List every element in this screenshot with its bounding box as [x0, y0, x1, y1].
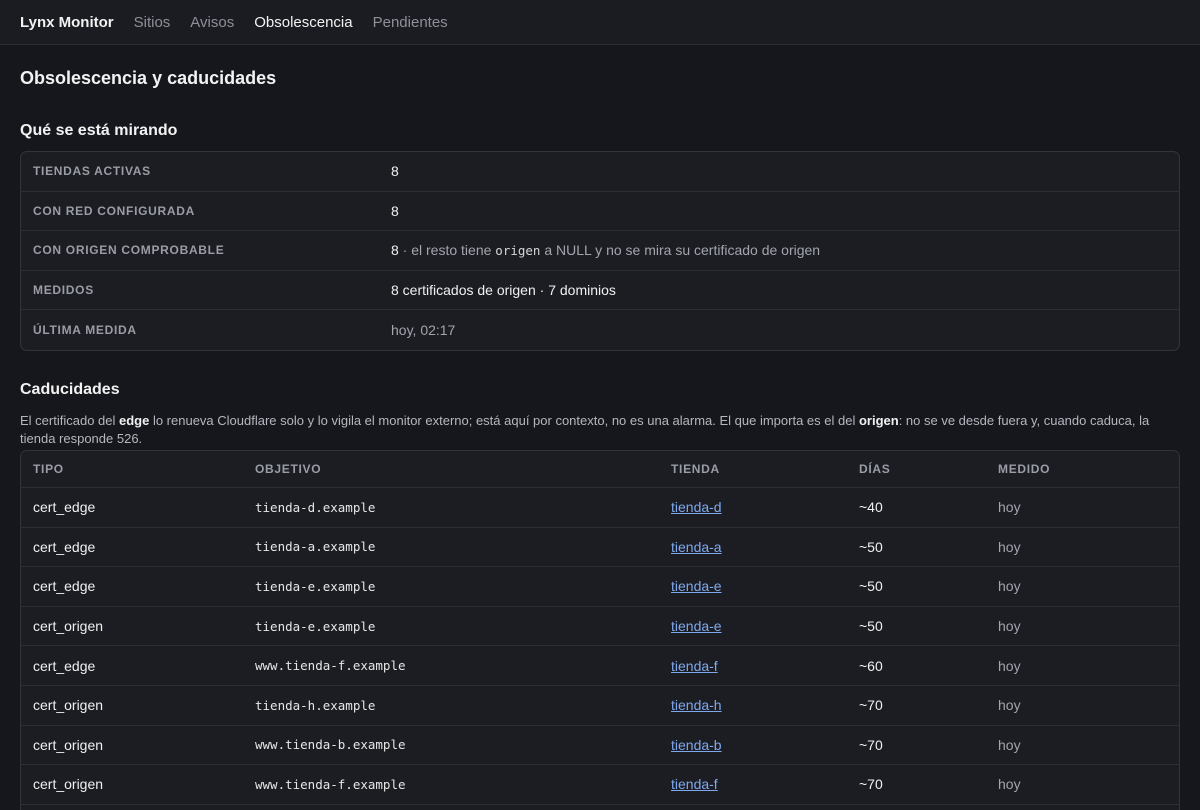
table-row: cert_origen www.tienda-b.example tienda-b ~… — [21, 726, 1179, 766]
cell-dias: ~40 — [859, 499, 883, 516]
cell-tipo: cert_origen — [33, 618, 104, 635]
cell-dias: ~70 — [859, 736, 883, 753]
top-nav: Lynx Monitor Sitios Avisos Obsolescencia… — [0, 0, 1200, 45]
table-row: cert_origen tienda-e.example tienda-e ~50 ho… — [21, 607, 1179, 647]
cell-medido: hoy — [998, 499, 1021, 516]
store-link[interactable]: tienda-d — [671, 499, 722, 515]
note-bold-edge: edge — [119, 413, 150, 428]
nav-link-sitios[interactable]: Sitios — [134, 14, 171, 31]
cell-tipo: cert_edge — [33, 499, 96, 516]
cell-objetivo: tienda-d.example — [255, 499, 376, 515]
table-header: TIPO OBJETIVO TIENDA DÍAS MEDIDO — [21, 451, 1179, 488]
summary-note-post: a NULL y no se mira su certificado de or… — [540, 242, 821, 259]
note-text: El certificado del — [20, 413, 119, 428]
summary-value: hoy, 02:17 — [391, 322, 456, 339]
store-link[interactable]: tienda-e — [671, 618, 722, 634]
cell-dias: ~70 — [859, 776, 883, 793]
expiries-title: Caducidades — [20, 381, 120, 398]
store-link[interactable]: tienda-f — [671, 776, 718, 792]
cell-tienda: tienda-f — [671, 776, 859, 792]
summary-note-code: origen — [495, 243, 541, 259]
cell-tipo: cert_origen — [33, 736, 104, 753]
cell-tienda: tienda-e — [671, 618, 859, 634]
cell-objetivo: tienda-h.example — [255, 697, 376, 713]
summary-title: Qué se está mirando — [20, 122, 178, 139]
cell-tienda: tienda-b — [671, 737, 859, 753]
column-header-medido: MEDIDO — [998, 462, 1051, 476]
summary-value: 8 certificados de origen · 7 dominios — [391, 282, 616, 299]
cell-medido: hoy — [998, 776, 1021, 793]
cell-tipo: cert_origen — [33, 776, 104, 793]
cell-tipo: cert_origen — [33, 697, 104, 714]
column-header-tienda: TIENDA — [671, 462, 720, 476]
summary-label: MEDIDOS — [33, 283, 94, 298]
page-title: Obsolescencia y caducidades — [20, 68, 277, 88]
nav-link-pendientes[interactable]: Pendientes — [373, 14, 448, 31]
cell-tipo: cert_edge — [33, 578, 96, 595]
cell-objetivo: www.tienda-f.example — [255, 658, 406, 674]
summary-row-origin: CON ORIGEN COMPROBABLE 8 · el resto tien… — [21, 231, 1179, 271]
note-bold-origen: origen — [858, 413, 899, 428]
summary-label: ÚLTIMA MEDIDA — [33, 323, 137, 338]
summary-label: TIENDAS ACTIVAS — [33, 164, 151, 179]
store-link[interactable]: tienda-b — [671, 737, 722, 753]
expiries-note: El certificado del edge lo renueva Cloud… — [20, 412, 1180, 448]
store-link[interactable]: tienda-a — [671, 539, 722, 555]
store-link[interactable]: tienda-h — [671, 697, 722, 713]
column-header-dias: DÍAS — [859, 462, 891, 476]
table-row: cert_edge tienda-a.example tienda-a ~50 hoy — [21, 528, 1179, 568]
cell-medido: hoy — [998, 657, 1021, 674]
nav-link-obsolescencia[interactable]: Obsolescencia — [254, 14, 352, 31]
cell-tienda: tienda-h — [671, 697, 859, 713]
summary-note-pre: · el resto tiene — [398, 242, 496, 259]
cell-tienda: tienda-d — [671, 499, 859, 515]
cell-tienda: tienda-e — [671, 578, 859, 594]
summary-label: CON RED CONFIGURADA — [33, 203, 195, 218]
store-link[interactable]: tienda-f — [671, 658, 718, 674]
cell-tipo: cert_edge — [33, 538, 96, 555]
cell-objetivo: tienda-a.example — [255, 539, 376, 555]
cell-dias: ~50 — [859, 538, 883, 555]
nav-link-avisos[interactable]: Avisos — [190, 14, 234, 31]
table-row: cert_edge www.tienda-f.example tienda-f ~60… — [21, 646, 1179, 686]
summary-value: 8 — [391, 202, 399, 219]
cell-objetivo: tienda-e.example — [255, 578, 376, 594]
cell-medido: hoy — [998, 618, 1021, 635]
cell-medido: hoy — [998, 578, 1021, 595]
table-row: cert_origen tienda-h.example tienda-h ~70 ho… — [21, 686, 1179, 726]
summary-value: 8 — [391, 242, 399, 259]
column-header-objetivo: OBJETIVO — [255, 462, 322, 476]
summary-row-network: CON RED CONFIGURADA 8 — [21, 192, 1179, 232]
cell-objetivo: tienda-e.example — [255, 618, 376, 634]
cell-objetivo: www.tienda-b.example — [255, 737, 406, 753]
cell-tipo: cert_edge — [33, 657, 96, 674]
cell-objetivo: www.tienda-f.example — [255, 776, 406, 792]
table-row: cert_edge tienda-d.example tienda-d ~40 hoy — [21, 488, 1179, 528]
expiries-table: TIPO OBJETIVO TIENDA DÍAS MEDIDO cert_ed… — [20, 450, 1180, 810]
cell-dias: ~50 — [859, 578, 883, 595]
note-text: lo renueva Cloudflare solo y lo vigila e… — [149, 413, 859, 428]
summary-row-last-measure: ÚLTIMA MEDIDA hoy, 02:17 — [21, 310, 1179, 350]
column-header-tipo: TIPO — [33, 462, 64, 476]
summary-row-active-stores: TIENDAS ACTIVAS 8 — [21, 152, 1179, 192]
cell-dias: ~50 — [859, 618, 883, 635]
cell-medido: hoy — [998, 736, 1021, 753]
cell-medido: hoy — [998, 697, 1021, 714]
summary-row-measured: MEDIDOS 8 certificados de origen · 7 dom… — [21, 271, 1179, 311]
summary-card: TIENDAS ACTIVAS 8 CON RED CONFIGURADA 8 … — [20, 151, 1180, 351]
summary-value: 8 — [391, 163, 399, 180]
cell-dias: ~70 — [859, 697, 883, 714]
store-link[interactable]: tienda-e — [671, 578, 722, 594]
table-body: cert_edge tienda-d.example tienda-d ~40 hoy c… — [21, 488, 1179, 805]
cell-tienda: tienda-f — [671, 658, 859, 674]
brand-logo[interactable]: Lynx Monitor — [20, 14, 114, 31]
summary-label: CON ORIGEN COMPROBABLE — [33, 243, 225, 258]
summary-value-origin: 8 · el resto tiene origen a NULL y no se… — [391, 242, 820, 258]
cell-tienda: tienda-a — [671, 539, 859, 555]
table-row: cert_origen www.tienda-f.example tienda-f ~… — [21, 765, 1179, 805]
cell-medido: hoy — [998, 538, 1021, 555]
table-row: cert_edge tienda-e.example tienda-e ~50 hoy — [21, 567, 1179, 607]
cell-dias: ~60 — [859, 657, 883, 674]
